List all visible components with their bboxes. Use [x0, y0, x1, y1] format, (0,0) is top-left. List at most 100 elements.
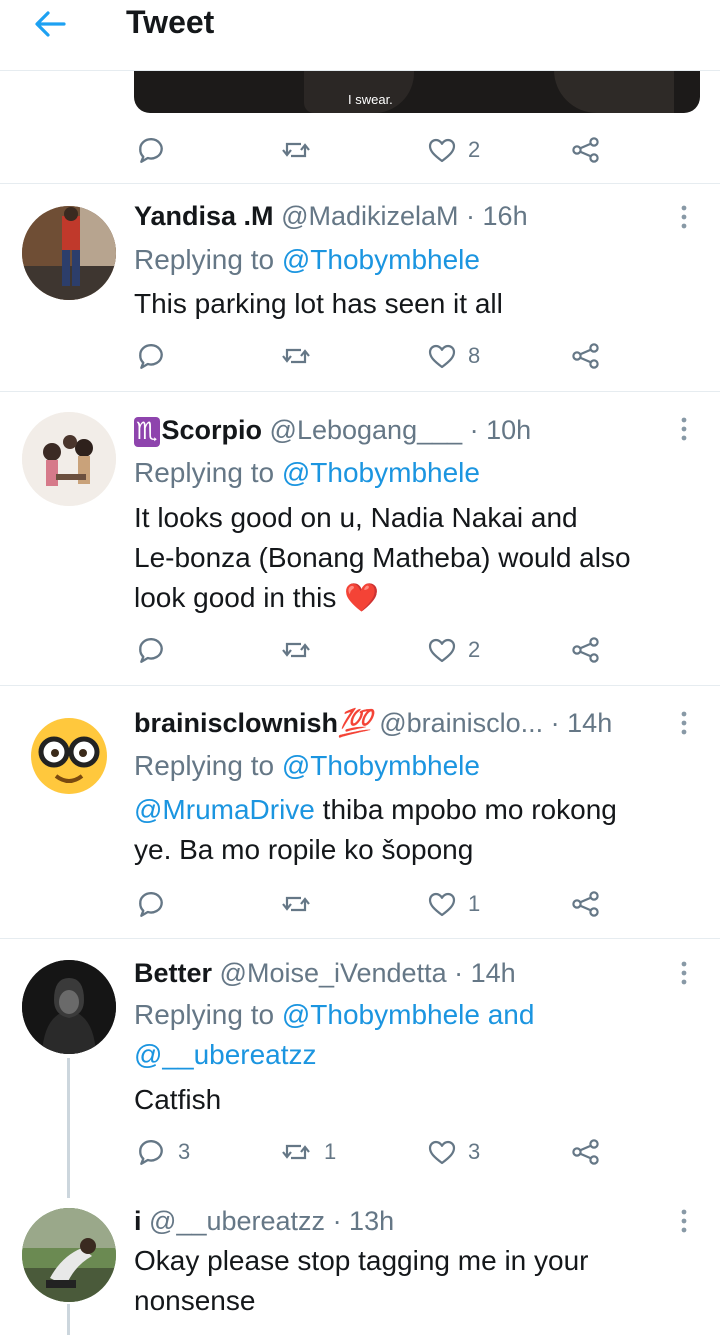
- share-button[interactable]: [572, 884, 600, 924]
- user-handle[interactable]: @brainisclo...: [379, 708, 543, 738]
- speech-bubble-icon: [139, 1140, 163, 1165]
- mention-link[interactable]: @Thobymbhele and: [282, 999, 535, 1030]
- speech-bubble-icon: [139, 892, 163, 917]
- red-heart-emoji: ❤️: [344, 582, 380, 613]
- heart-icon: [428, 638, 456, 663]
- mention-link[interactable]: @MrumaDrive: [134, 794, 315, 825]
- vertical-dots-icon: [681, 961, 687, 985]
- thread-connector: [67, 1058, 70, 1198]
- timestamp: · 14h: [454, 958, 516, 988]
- retweet-icon: [281, 142, 311, 158]
- like-count: 1: [468, 891, 481, 916]
- thread-connector: [67, 1304, 70, 1335]
- replying-to-label: Replying to: [134, 244, 275, 275]
- user-handle[interactable]: @__ubereatzz: [149, 1206, 325, 1236]
- tweet-text: @MrumaDrive thiba mpobo mo rokong ye. Ba…: [134, 790, 694, 870]
- like-button[interactable]: 2: [428, 630, 480, 670]
- reply-button[interactable]: [136, 130, 166, 170]
- tweet-actions: 2: [134, 630, 614, 670]
- vertical-dots-icon: [681, 417, 687, 441]
- speech-bubble-icon: [139, 138, 163, 163]
- retweet-button[interactable]: [280, 884, 312, 924]
- divider: [0, 183, 720, 184]
- mention-link[interactable]: @__ubereatzz: [134, 1035, 534, 1075]
- speech-bubble-icon: [139, 344, 163, 369]
- retweet-icon: [281, 348, 311, 364]
- retweet-icon: [281, 642, 311, 658]
- share-button[interactable]: [572, 1132, 600, 1172]
- tweet-header: Better @Moise_iVendetta · 14h: [134, 956, 516, 990]
- avatar[interactable]: [22, 412, 116, 506]
- retweet-icon: [281, 896, 311, 912]
- avatar[interactable]: [22, 1208, 116, 1302]
- tweet-actions: 1: [134, 884, 614, 924]
- vertical-dots-icon: [681, 1209, 687, 1233]
- avatar[interactable]: [22, 706, 116, 800]
- reply-count: 3: [178, 1139, 191, 1164]
- retweet-button[interactable]: 1: [280, 1132, 336, 1172]
- more-options-button[interactable]: [670, 708, 698, 738]
- media-caption: I swear.: [348, 92, 393, 107]
- tweet-text-line: look good in this ❤️: [134, 578, 694, 618]
- heart-icon: [428, 138, 456, 163]
- tweet-text-line: ye. Ba mo ropile ko šopong: [134, 834, 474, 865]
- mention-link[interactable]: @Thobymbhele: [282, 750, 480, 781]
- tweet-text-line: Le-bonza (Bonang Matheba) would also: [134, 542, 631, 573]
- divider: [0, 685, 720, 686]
- like-button[interactable]: 3: [428, 1132, 480, 1172]
- share-button[interactable]: [572, 630, 600, 670]
- reply-button[interactable]: [136, 336, 166, 376]
- retweet-button[interactable]: [280, 630, 312, 670]
- tweet-text: It looks good on u, Nadia Nakai and Le-b…: [134, 498, 694, 618]
- media-figure: [554, 70, 674, 113]
- avatar[interactable]: [22, 960, 116, 1054]
- mention-link[interactable]: @Thobymbhele: [282, 457, 480, 488]
- like-count: 2: [468, 637, 481, 662]
- reply-button[interactable]: 3: [136, 1132, 190, 1172]
- share-icon: [572, 137, 599, 163]
- tweet-text-line: @MrumaDrive thiba mpobo mo rokong: [134, 790, 694, 830]
- arrow-left-icon: [35, 11, 66, 37]
- display-name[interactable]: Yandisa .M: [134, 201, 274, 231]
- replying-to: Replying to @Thobymbhele: [134, 746, 480, 786]
- display-name[interactable]: ♏ Scorpio: [134, 415, 262, 447]
- retweet-button[interactable]: [280, 130, 312, 170]
- share-icon: [572, 343, 599, 369]
- like-button[interactable]: 2: [428, 130, 480, 170]
- share-icon: [572, 891, 599, 917]
- display-name[interactable]: brainisclownish💯: [134, 708, 372, 738]
- reply-button[interactable]: [136, 884, 166, 924]
- display-name-text: brainisclownish: [134, 708, 339, 738]
- tweet-text: This parking lot has seen it all: [134, 288, 503, 319]
- tweet-actions: 8: [134, 336, 614, 376]
- back-button[interactable]: [28, 4, 74, 44]
- replying-to-label: Replying to: [134, 999, 275, 1030]
- retweet-button[interactable]: [280, 336, 312, 376]
- more-options-button[interactable]: [670, 958, 698, 988]
- share-icon: [572, 1139, 599, 1165]
- tweet-text-segment: thiba mpobo mo rokong: [314, 794, 617, 825]
- more-options-button[interactable]: [670, 202, 698, 232]
- avatar[interactable]: [22, 206, 116, 300]
- tweet-media-video[interactable]: I swear.: [134, 70, 700, 113]
- tweet-text-line: It looks good on u, Nadia Nakai and: [134, 502, 578, 533]
- replying-to: Replying to @Thobymbhele and @__ubereatz…: [134, 995, 534, 1075]
- tweet-actions: 3 1 3: [134, 1132, 614, 1172]
- share-button[interactable]: [572, 130, 600, 170]
- more-options-button[interactable]: [670, 1206, 698, 1236]
- timestamp: · 10h: [469, 415, 532, 445]
- like-button[interactable]: 1: [428, 884, 480, 924]
- replying-to: Replying to @Thobymbhele: [134, 240, 480, 280]
- user-handle[interactable]: @Lebogang___: [270, 415, 463, 445]
- retweet-icon: [281, 1144, 311, 1160]
- user-handle[interactable]: @MadikizelaM: [281, 201, 458, 231]
- mention-link[interactable]: @Thobymbhele: [282, 244, 480, 275]
- display-name[interactable]: Better: [134, 958, 212, 988]
- user-handle[interactable]: @Moise_iVendetta: [220, 958, 447, 988]
- reply-button[interactable]: [136, 630, 166, 670]
- share-button[interactable]: [572, 336, 600, 376]
- like-button[interactable]: 8: [428, 336, 480, 376]
- tweet-header: i @__ubereatzz · 13h: [134, 1204, 394, 1238]
- display-name[interactable]: i: [134, 1206, 142, 1236]
- more-options-button[interactable]: [670, 414, 698, 444]
